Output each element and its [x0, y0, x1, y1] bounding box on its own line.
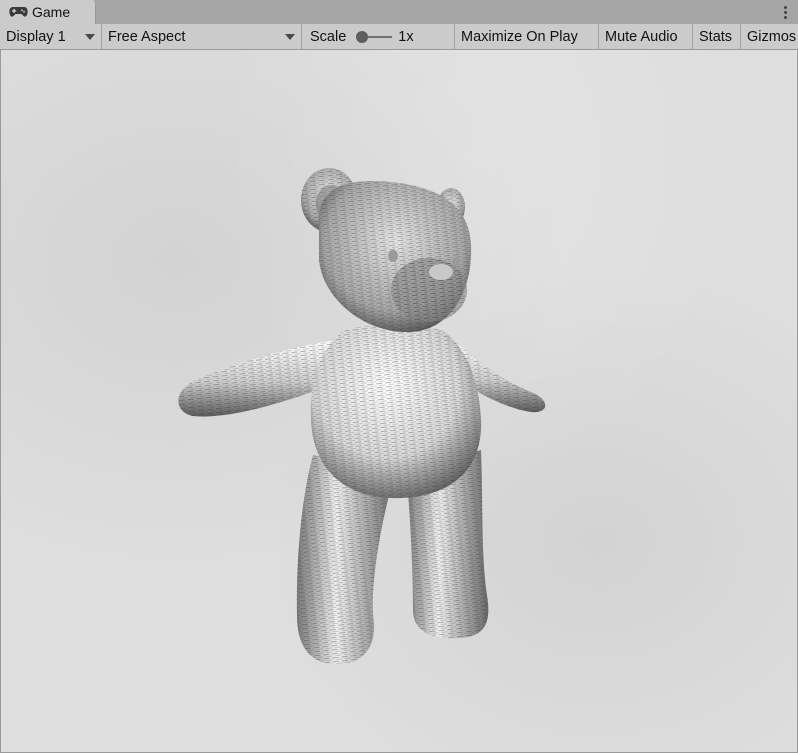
maximize-on-play-toggle[interactable]: Maximize On Play: [455, 24, 599, 49]
game-window: Game Display 1 Free Aspect Scale 1x Maxi…: [0, 0, 798, 753]
game-toolbar: Display 1 Free Aspect Scale 1x Maximize …: [0, 24, 798, 50]
aspect-dropdown[interactable]: Free Aspect: [102, 24, 302, 49]
mute-audio-toggle[interactable]: Mute Audio: [599, 24, 693, 49]
bear-eye-left: [388, 250, 398, 262]
stats-toggle[interactable]: Stats: [693, 24, 741, 49]
gamepad-icon: [9, 6, 28, 18]
aspect-label: Free Aspect: [108, 28, 186, 45]
stats-label: Stats: [699, 28, 733, 45]
more-options-icon[interactable]: [782, 3, 788, 21]
game-viewport[interactable]: [0, 50, 798, 753]
tab-game[interactable]: Game: [0, 0, 96, 24]
slider-thumb[interactable]: [356, 30, 369, 43]
gizmos-label: Gizmos: [747, 28, 797, 45]
tab-label: Game: [32, 4, 71, 20]
maximize-label: Maximize On Play: [461, 28, 578, 45]
bear-head: [318, 181, 472, 333]
tab-strip: Game: [0, 0, 798, 24]
scale-slider[interactable]: [356, 30, 393, 43]
display-dropdown[interactable]: Display 1: [0, 24, 102, 49]
bear-body: [310, 324, 482, 499]
scale-control: Scale 1x: [302, 24, 455, 49]
scale-value: 1x: [398, 28, 414, 45]
gizmos-toggle[interactable]: Gizmos: [741, 24, 798, 49]
mute-label: Mute Audio: [605, 28, 678, 45]
chevron-down-icon: [85, 33, 95, 40]
chevron-down-icon: [285, 33, 295, 40]
display-label: Display 1: [6, 28, 66, 45]
teddy-bear-model: [178, 168, 546, 665]
bear-nose: [429, 264, 453, 280]
bear-eye-right: [452, 257, 460, 267]
scale-label: Scale: [310, 28, 347, 45]
